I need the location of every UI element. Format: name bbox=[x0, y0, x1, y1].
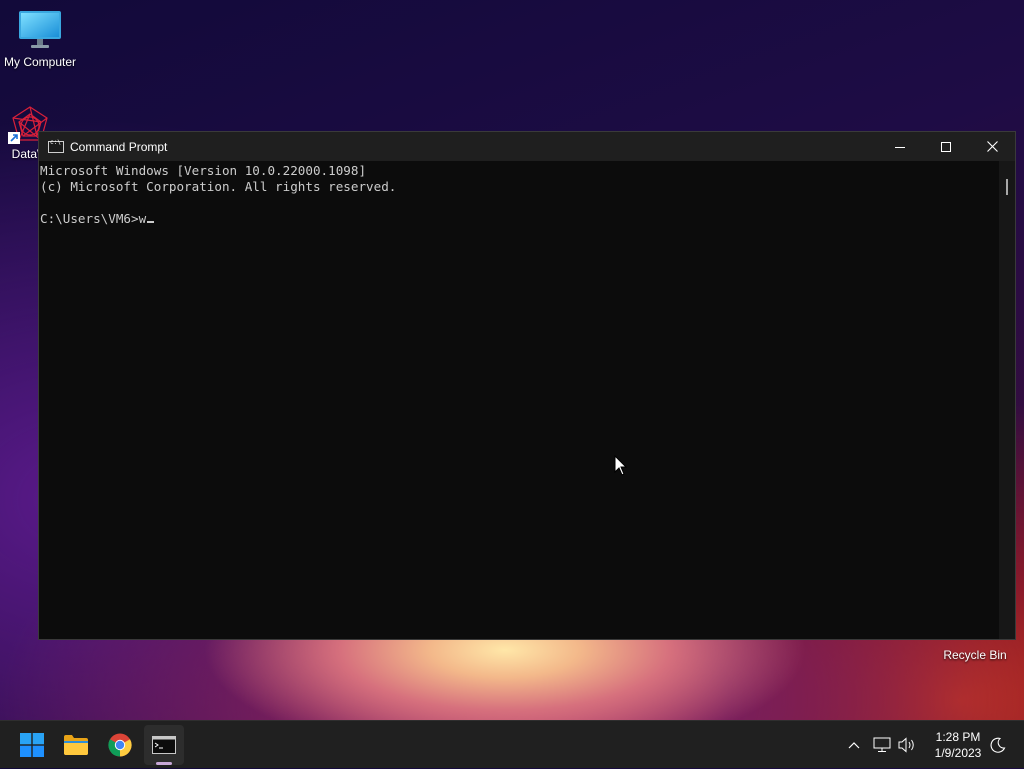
close-icon bbox=[986, 141, 998, 152]
active-app-indicator bbox=[156, 762, 172, 765]
console-line: Microsoft Windows [Version 10.0.22000.10… bbox=[40, 163, 367, 178]
maximize-button[interactable] bbox=[923, 132, 969, 161]
volume-icon bbox=[898, 737, 914, 753]
folder-icon bbox=[64, 735, 88, 755]
chevron-up-icon bbox=[848, 742, 860, 749]
chrome-icon bbox=[108, 733, 132, 757]
taskbar: 1:28 PM 1/9/2023 bbox=[0, 720, 1024, 768]
clock-date: 1/9/2023 bbox=[934, 746, 982, 760]
desktop-icon-recycle-bin[interactable]: Recycle Bin bbox=[935, 646, 1015, 662]
file-explorer-button[interactable] bbox=[56, 725, 96, 765]
minimize-button[interactable] bbox=[877, 132, 923, 161]
desktop-icon-label: My Computer bbox=[3, 55, 77, 69]
chrome-button[interactable] bbox=[100, 725, 140, 765]
window-title: Command Prompt bbox=[70, 139, 168, 154]
scrollbar-thumb[interactable] bbox=[1006, 179, 1008, 195]
network-button[interactable] bbox=[872, 721, 892, 769]
vertical-scrollbar[interactable] bbox=[999, 161, 1015, 639]
desktop-icon-label: Recycle Bin bbox=[943, 648, 1007, 662]
moon-icon bbox=[990, 737, 1006, 753]
console-output[interactable]: Microsoft Windows [Version 10.0.22000.10… bbox=[39, 161, 999, 639]
minimize-icon bbox=[895, 146, 905, 148]
console-line: (c) Microsoft Corporation. All rights re… bbox=[40, 179, 397, 194]
command-prompt-icon bbox=[152, 736, 176, 754]
focus-assist-button[interactable] bbox=[988, 721, 1008, 769]
maximize-icon bbox=[941, 141, 951, 152]
desktop-icon-my-computer[interactable]: My Computer bbox=[0, 10, 80, 69]
network-icon bbox=[873, 737, 891, 752]
volume-button[interactable] bbox=[896, 721, 918, 769]
command-prompt-icon bbox=[48, 139, 64, 153]
mouse-pointer-icon bbox=[614, 455, 628, 476]
clock-button[interactable]: 1:28 PM 1/9/2023 bbox=[926, 721, 990, 769]
show-hidden-icons-button[interactable] bbox=[844, 721, 864, 769]
windows-start-icon bbox=[20, 733, 44, 757]
console-prompt-line[interactable]: C:\Users\VM6>w bbox=[40, 211, 998, 227]
close-button[interactable] bbox=[969, 132, 1015, 161]
console-prompt-text: C:\Users\VM6>w bbox=[40, 211, 147, 226]
command-prompt-window[interactable]: Command Prompt Microsoft Windows [Versio… bbox=[38, 131, 1016, 640]
command-prompt-taskbar-button[interactable] bbox=[144, 725, 184, 765]
text-cursor bbox=[147, 221, 155, 223]
start-button[interactable] bbox=[12, 725, 52, 765]
title-bar[interactable]: Command Prompt bbox=[39, 132, 1015, 161]
monitor-icon bbox=[19, 11, 61, 48]
clock-time: 1:28 PM bbox=[935, 730, 981, 744]
